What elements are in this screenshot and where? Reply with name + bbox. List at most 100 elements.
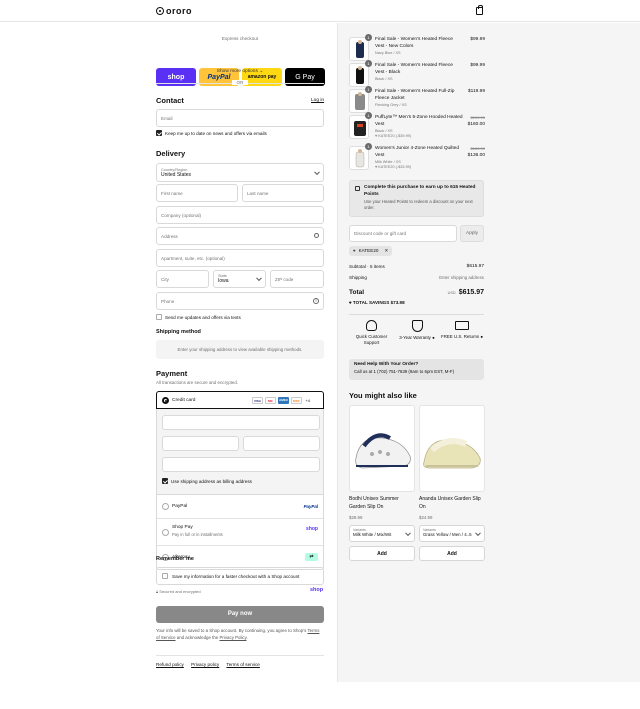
shopping-bag-icon[interactable] (476, 5, 483, 15)
discount-code-input[interactable]: Discount code or gift card (349, 225, 457, 242)
variant-select[interactable]: Variants Grass Yellow / Men / 4..5 (419, 525, 485, 542)
afterpay-logo-icon: ⇄ (305, 553, 318, 561)
product-variant: Flecking Grey / XS (375, 102, 407, 107)
total-amount: USD $615.97 (430, 289, 484, 296)
info-icon[interactable]: ● (480, 334, 483, 339)
discount-tag-label: KATEE20 (-$39.99) (378, 133, 412, 138)
variant-value: Milk White / Mix/Wit (353, 532, 392, 537)
country-select[interactable]: Country/Region United States (156, 163, 324, 182)
recommended-product[interactable]: Ananda Unisex Garden Slip On $24.99 Vari… (419, 405, 485, 561)
product-info: Women's Junior 4-Zone Heated Quilted Ves… (375, 146, 463, 170)
city-field[interactable]: City (156, 270, 209, 288)
apply-button[interactable]: Apply (460, 225, 484, 242)
address-field[interactable]: Address (156, 227, 324, 245)
headset-icon (366, 320, 377, 331)
company-placeholder: Company (optional) (161, 212, 202, 218)
applied-code: KATEE20 (358, 248, 379, 253)
help-body: Call us at 1 (702) 751-7639 (9am to 6pm … (354, 369, 455, 374)
remember-me-option[interactable]: Save my information for a faster checkou… (156, 567, 324, 585)
payment-option-credit-card[interactable]: Credit card VISA MC AMEX DISC +4 (156, 391, 324, 409)
help-icon[interactable]: ? (313, 298, 319, 304)
subtotal-value: $615.97 (466, 264, 484, 269)
phone-field[interactable]: Phone ? (156, 292, 324, 310)
payment-subtitle: All transactions are secure and encrypte… (156, 380, 239, 385)
divider (349, 314, 484, 315)
cart-item: 1 PuffLyte™ Men's 5-Zone Hooded Heated V… (349, 112, 485, 139)
state-select[interactable]: State Iowa (213, 270, 266, 288)
savings-label: TOTAL SAVINGS (352, 300, 390, 305)
chevron-down-icon (314, 168, 320, 175)
help-box: Need Help With Your Order? Call us at 1 … (349, 359, 484, 380)
terms-of-service-footer-link[interactable]: Terms of service (226, 662, 259, 667)
expiration-field[interactable] (162, 436, 239, 451)
add-button[interactable]: Add (349, 546, 415, 561)
refund-policy-link[interactable]: Refund policy (156, 662, 184, 667)
email-field[interactable]: Email (156, 109, 324, 127)
product-variant: Navy Blue / XS (375, 50, 401, 55)
feature-returns: FREE U.S. Returns ● (440, 320, 484, 340)
variant-value: Grass Yellow / Men / 4..5 (423, 532, 472, 537)
legal-text: Your info will be saved to a Shop accoun… (156, 628, 324, 641)
payment-option-paypal[interactable]: PayPal PayPal (157, 495, 323, 518)
chevron-down-icon (256, 275, 262, 282)
savings-tag-icon: ⌖ (349, 300, 352, 305)
country-value: United States (161, 171, 192, 178)
sms-checkbox[interactable] (156, 314, 162, 320)
discount-tag: ⌖ KATEE20 (-$39.99) (375, 134, 463, 139)
remember-me-heading: Remember me (156, 556, 194, 562)
product-image[interactable] (419, 405, 485, 492)
secured-label: Secured and encrypted (159, 589, 201, 594)
original-price: $199.99 (470, 115, 485, 120)
zip-field[interactable]: ZIP code (270, 270, 324, 288)
google-pay-label: G Pay (295, 73, 315, 81)
credit-card-radio[interactable] (162, 397, 169, 404)
security-code-field[interactable] (243, 436, 320, 451)
rec-product-name[interactable]: Ananda Unisex Garden Slip On (419, 495, 485, 511)
first-name-field[interactable]: First name (156, 184, 238, 202)
show-more-options-link[interactable]: Show more options ⌄ (156, 69, 324, 74)
product-name: Final Sale - Women's Heated Full-Zip Fle… (375, 89, 455, 101)
store-logo[interactable]: ororo (156, 6, 192, 16)
email-news-checkbox[interactable] (156, 130, 162, 136)
discount-tag-label: KATEE20 (-$33.99) (378, 164, 412, 169)
currency-code: USD (447, 291, 456, 295)
shop-pay-label: Shop Pay (172, 525, 193, 530)
privacy-policy-link[interactable]: Privacy Policy (220, 635, 247, 640)
feature-label: Quick Customer Support (355, 334, 388, 345)
total-value: $615.97 (458, 289, 484, 296)
more-cards-label: +4 (305, 397, 310, 403)
info-icon[interactable]: ● (432, 335, 435, 340)
pay-now-button[interactable]: Pay now (156, 606, 324, 623)
discount-placeholder: Discount code or gift card (354, 231, 407, 236)
billing-same-checkbox[interactable] (162, 478, 168, 484)
remove-code-icon[interactable]: ✕ (384, 246, 388, 256)
product-image[interactable] (349, 405, 415, 492)
apartment-field[interactable]: Apartment, suite, etc. (optional) (156, 249, 324, 267)
product-price: $99.99 (470, 37, 485, 42)
last-name-field[interactable]: Last name (242, 184, 324, 202)
page-bottom (0, 682, 640, 709)
shop-logo-icon: shop (310, 587, 324, 593)
rec-product-name[interactable]: Bodhi Unisex Summer Garden Slip On (349, 495, 415, 511)
payment-option-shop-pay[interactable]: Shop Pay Pay in full or in installments … (157, 518, 323, 545)
header: ororo (0, 0, 640, 22)
apartment-placeholder: Apartment, suite, etc. (optional) (161, 255, 225, 261)
sms-label: Send me updates and offers via texts (165, 315, 241, 320)
product-name: Final Sale - Women's Heated Fleece Vest … (375, 63, 453, 75)
amazon-pay-label: amazon pay (247, 74, 277, 80)
paypal-radio[interactable] (162, 503, 169, 510)
privacy-policy-footer-link[interactable]: Privacy policy (191, 662, 219, 667)
shop-pay-radio[interactable] (162, 529, 169, 536)
card-number-field[interactable] (162, 415, 320, 430)
add-button[interactable]: Add (419, 546, 485, 561)
express-checkout-title: Express checkout (221, 36, 259, 41)
login-link[interactable]: Log in (311, 98, 324, 103)
product-price: $199.99 $160.00 (468, 115, 485, 129)
company-field[interactable]: Company (optional) (156, 206, 324, 224)
recommended-product[interactable]: Bodhi Unisex Summer Garden Slip On $29.9… (349, 405, 415, 561)
product-info: Final Sale - Women's Heated Full-Zip Fle… (375, 89, 463, 108)
tag-icon: ⌖ (375, 133, 378, 138)
name-on-card-field[interactable] (162, 457, 320, 472)
variant-select[interactable]: Variants Milk White / Mix/Wit (349, 525, 415, 542)
remember-me-checkbox[interactable] (162, 573, 168, 579)
